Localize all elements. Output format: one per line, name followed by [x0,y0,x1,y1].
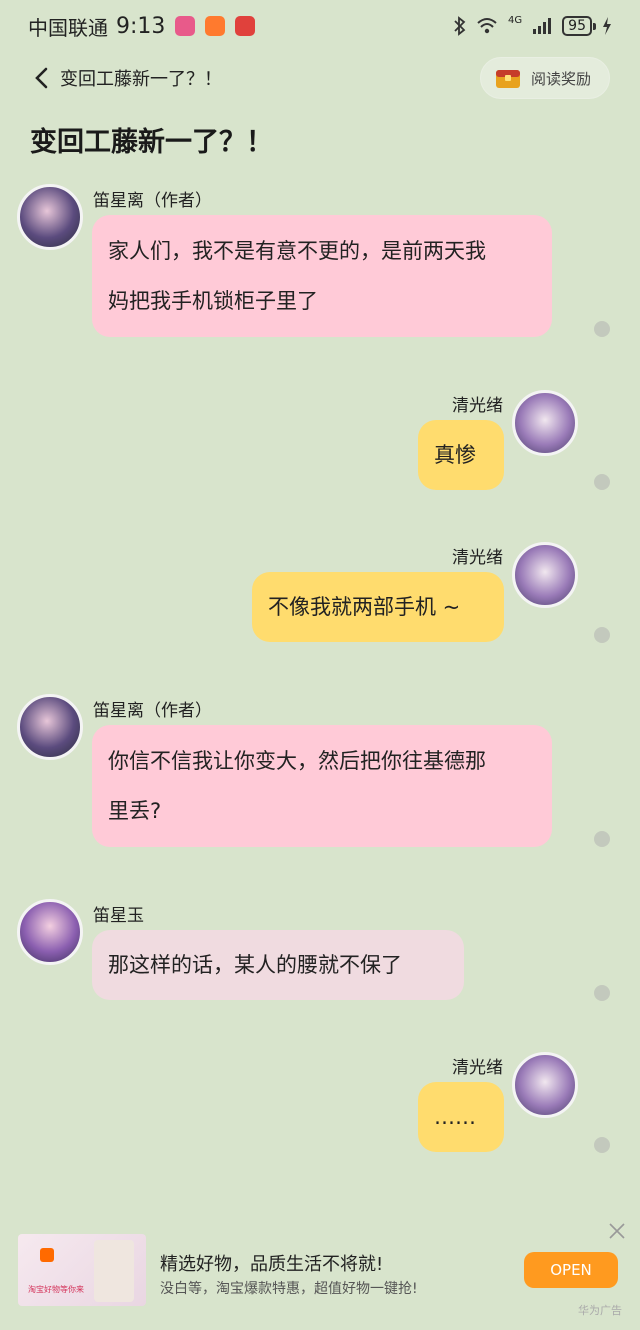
clock: 9:13 [116,13,166,39]
taobao-logo-icon [40,1248,54,1262]
comment-dot-icon[interactable] [594,1137,610,1153]
sender-name: 笛星玉 [93,906,144,926]
message-bubble[interactable]: …… [418,1082,504,1152]
message-bubble[interactable]: 你信不信我让你变大，然后把你往基德那 里丢? [92,725,552,847]
product-image [94,1240,134,1302]
nav-bar: 变回工藤新一了？！ 阅读奖励 [0,52,640,104]
message-bubble[interactable]: 那这样的话，某人的腰就不保了 [92,930,464,1000]
comment-dot-icon[interactable] [594,627,610,643]
sender-name: 清光绪 [452,548,503,568]
message-line: …… [434,1105,476,1129]
battery-level: 95 [568,18,586,34]
message-line: 真惨 [434,443,476,467]
message-bubble[interactable]: 真惨 [418,420,504,490]
message-line: 里丢? [108,799,162,823]
network-type: 4G [508,14,523,26]
sender-name: 清光绪 [452,1058,503,1078]
status-bar: 中国联通 9:13 4G 95 [0,0,640,52]
sender-name: 清光绪 [452,396,503,416]
ad-label: 华为广告 [578,1304,622,1317]
ad-title[interactable]: 精选好物，品质生活不将就! [160,1250,383,1276]
page-title: 变回工藤新一了？！ [30,127,273,158]
wifi-icon [477,18,497,34]
reading-reward-button[interactable]: 阅读奖励 [479,57,610,99]
bilibili-app-icon [175,16,196,36]
ad-thumbnail[interactable]: 淘宝好物等你来 [18,1234,146,1306]
comment-dot-icon[interactable] [594,985,610,1001]
avatar[interactable] [17,184,83,250]
signal-icon [533,18,552,34]
ad-thumb-caption: 淘宝好物等你来 [28,1285,84,1294]
sender-name: 笛星离（作者） [93,701,212,721]
carrier-label: 中国联通 [28,15,108,40]
video-app-icon [205,16,226,36]
avatar[interactable] [17,899,83,965]
back-icon[interactable] [30,67,52,89]
reading-reward-label: 阅读奖励 [530,69,591,88]
open-button[interactable]: OPEN [524,1252,618,1288]
message-line: 你信不信我让你变大，然后把你往基德那 [108,749,486,773]
treasure-chest-icon [495,67,521,89]
comment-dot-icon[interactable] [594,474,610,490]
avatar[interactable] [512,1052,578,1118]
huawei-app-icon [235,16,256,36]
comment-dot-icon[interactable] [594,831,610,847]
sender-name: 笛星离（作者） [93,191,212,211]
avatar[interactable] [17,694,83,760]
comment-dot-icon[interactable] [594,321,610,337]
message-line: 那这样的话，某人的腰就不保了 [108,953,402,977]
message-bubble[interactable]: 不像我就两部手机 ~ [252,572,504,642]
ad-banner[interactable]: 淘宝好物等你来 精选好物，品质生活不将就! 没白等，淘宝爆款特惠，超值好物一键抢… [0,1206,640,1330]
avatar[interactable] [512,542,578,608]
message-line: 家人们，我不是有意不更的，是前两天我 [108,239,486,263]
message-line: 妈把我手机锁柜子里了 [108,289,318,313]
message-bubble[interactable]: 家人们，我不是有意不更的，是前两天我 妈把我手机锁柜子里了 [92,215,552,337]
avatar[interactable] [512,390,578,456]
nav-title[interactable]: 变回工藤新一了？！ [60,65,222,91]
battery-indicator: 95 [562,16,596,36]
charging-icon [603,17,611,35]
message-line: 不像我就两部手机 ~ [268,595,461,619]
bluetooth-icon [454,16,466,36]
close-icon[interactable] [606,1220,628,1242]
ad-subtitle[interactable]: 没白等，淘宝爆款特惠，超值好物一键抢! [160,1278,418,1298]
